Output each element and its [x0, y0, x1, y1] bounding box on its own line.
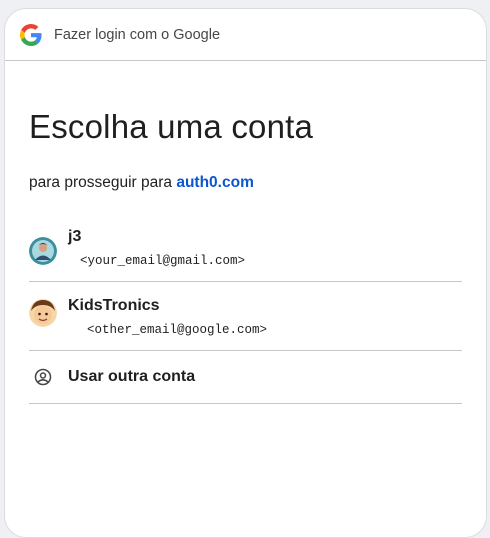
account-item[interactable]: j3 <your_email@gmail.com>	[29, 227, 462, 282]
use-another-account-label: Usar outra conta	[68, 368, 196, 385]
account-chooser-card: Fazer login com o Google Escolha uma con…	[4, 8, 487, 538]
use-another-account-button[interactable]: Usar outra conta	[29, 351, 462, 404]
main-content: Escolha uma conta para prosseguir para a…	[5, 107, 486, 404]
app-link[interactable]: auth0.com	[176, 174, 254, 191]
subtitle: para prosseguir para auth0.com	[29, 173, 462, 193]
subtitle-prefix: para prosseguir para	[29, 174, 173, 191]
account-text: j3 <your_email@gmail.com>	[68, 227, 245, 269]
account-name: j3	[68, 228, 82, 245]
account-name: KidsTronics	[68, 297, 160, 314]
account-circle-icon	[29, 363, 57, 391]
account-email: <your_email@gmail.com>	[80, 254, 246, 268]
account-item[interactable]: KidsTronics <other_email@google.com>	[29, 282, 462, 351]
account-text: KidsTronics <other_email@google.com>	[68, 296, 267, 338]
account-list: j3 <your_email@gmail.com> KidsTronics <o…	[29, 227, 462, 404]
avatar-cartoon-face-icon	[29, 299, 57, 327]
header-title: Fazer login com o Google	[54, 26, 221, 43]
avatar-illustration-icon	[29, 237, 57, 265]
account-email: <other_email@google.com>	[87, 323, 268, 337]
page-title: Escolha uma conta	[29, 108, 314, 145]
header: Fazer login com o Google	[5, 9, 486, 61]
google-g-logo-icon	[20, 23, 42, 46]
